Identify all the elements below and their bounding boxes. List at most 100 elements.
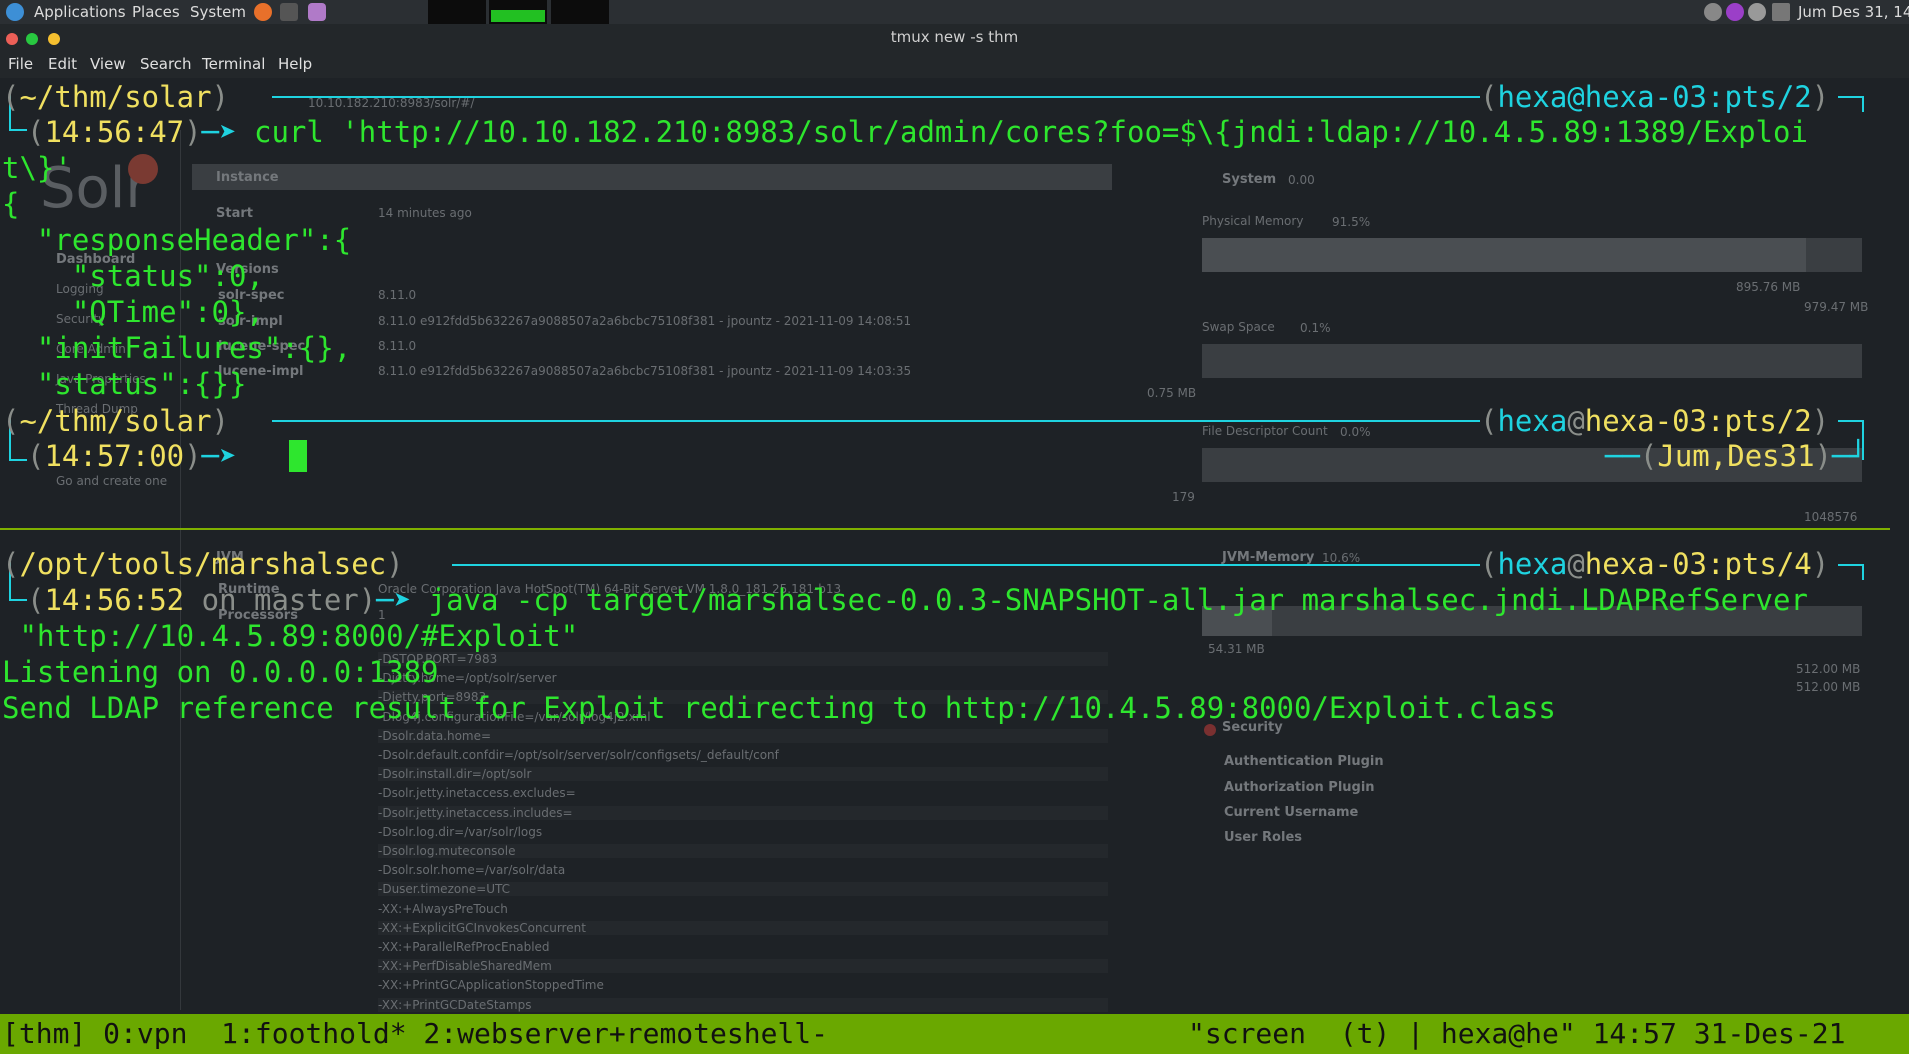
user-name: hexa	[1497, 547, 1568, 581]
cpu-graph	[428, 0, 486, 24]
menu-edit[interactable]: Edit	[48, 55, 77, 73]
menu-search[interactable]: Search	[140, 55, 192, 73]
system-title: System	[1222, 172, 1277, 187]
security-authz-plugin: Authorization Plugin	[1224, 780, 1375, 795]
prompt-time: 14:56:52	[44, 583, 185, 617]
command-line-wrap: "http://10.4.5.89:8000/#Exploit"	[2, 619, 579, 653]
output-line: Send LDAP reference result for Exploit r…	[2, 691, 1556, 725]
solr-impl-value: 8.11.0 e912fdd5b632267a9088507a2a6bcbc75…	[378, 314, 912, 328]
host-name: hexa-03:pts/4	[1584, 547, 1812, 581]
physical-memory-used: 895.76 MB	[1736, 280, 1801, 294]
jvm-arg: -Duser.timezone=UTC	[378, 882, 1108, 897]
prompt-rule	[272, 420, 1480, 422]
jvm-arg: -Djetty.home=/opt/solr/server	[378, 671, 557, 686]
firefox-icon[interactable]	[254, 3, 272, 21]
physical-memory-bar	[1202, 238, 1862, 272]
jvm-arg: -Dsolr.solr.home=/var/solr/data	[378, 863, 566, 878]
memory-small-value: 0.75 MB	[1147, 386, 1197, 400]
window-titlebar[interactable]: tmux new -s thm	[0, 24, 1909, 52]
fd-label: File Descriptor Count	[1202, 424, 1328, 438]
tmux-status-bar: [thm] 0:vpn 1:foothold* 2:webserver+remo…	[0, 1014, 1909, 1054]
display-icon[interactable]	[1772, 3, 1790, 21]
jvm-memory-committed: 512.00 MB	[1796, 680, 1861, 694]
instance-title: Instance	[216, 170, 279, 185]
distro-logo-icon[interactable]	[6, 3, 24, 21]
app-launcher-icon[interactable]	[308, 3, 326, 21]
system-menu[interactable]: System	[190, 3, 246, 21]
security-auth-plugin: Authentication Plugin	[1224, 754, 1384, 769]
jvm-arg: -Dsolr.log.muteconsole	[378, 844, 1108, 858]
places-menu[interactable]: Places	[132, 3, 180, 21]
output-line: "QTime":0},	[2, 295, 264, 329]
swap-bar	[1202, 344, 1862, 378]
text-cursor	[289, 440, 307, 472]
window-title: tmux new -s thm	[890, 28, 1019, 46]
prompt-rule	[1838, 564, 1864, 566]
terminal-launcher-icon[interactable]	[280, 3, 298, 21]
prompt-frame	[1862, 564, 1864, 580]
solr-spec-value: 8.11.0	[378, 288, 417, 302]
jvm-arg: -XX:+PerfDisableSharedMem	[378, 959, 1108, 974]
security-user-roles: User Roles	[1224, 830, 1302, 845]
jvm-memory-pct: 10.6%	[1322, 551, 1361, 565]
menu-file[interactable]: File	[8, 55, 33, 73]
host-name: hexa-03:pts/2	[1584, 404, 1812, 438]
applications-menu[interactable]: Applications	[34, 3, 126, 21]
prompt-time: 14:57:00	[44, 439, 185, 473]
jvm-memory-max: 512.00 MB	[1796, 662, 1861, 676]
attachment-icon[interactable]	[1704, 3, 1722, 21]
cwd: /opt/tools/marshalsec	[19, 547, 387, 581]
tmux-status-right: "screen (t) | hexa@he" 14:57 31-Des-21	[1188, 1017, 1846, 1050]
jvm-arg: -Dsolr.jetty.inetaccess.excludes=	[378, 786, 576, 801]
jvm-arg: -Dsolr.install.dir=/opt/solr	[378, 767, 1108, 782]
menu-bar: File Edit View Search Terminal Help	[0, 52, 1909, 78]
fd-used: 179	[1172, 490, 1195, 504]
output-line: "initFailures":{},	[2, 331, 352, 365]
output-line: {	[2, 187, 20, 221]
security-current-user: Current Username	[1224, 805, 1359, 820]
pane-divider[interactable]	[0, 528, 1890, 530]
prompt-rule	[1838, 96, 1864, 98]
clock[interactable]: Jum Des 31, 14:5	[1798, 3, 1909, 21]
menu-view[interactable]: View	[90, 55, 126, 73]
jvm-arg: -XX:+PrintGCDateStamps	[378, 997, 1108, 1012]
lucene-spec-value: 8.11.0	[378, 339, 417, 353]
command-line: java -cp target/marshalsec-0.0.3-SNAPSHO…	[428, 583, 1808, 617]
ghost-url: 10.10.182.210:8983/solr/#/	[308, 96, 475, 110]
user-host: hexa@hexa-03:pts/2	[1497, 80, 1812, 114]
prompt-date: Jum,Des31	[1657, 439, 1815, 473]
output-line: "status":{}}	[2, 367, 247, 401]
cwd: ~/thm/solar	[19, 404, 212, 438]
jvm-arg: -Dsolr.log.dir=/var/solr/logs	[378, 824, 543, 839]
prompt-frame	[9, 599, 27, 601]
command-line-wrap: t\}'	[2, 151, 72, 185]
jvm-arg: -Dsolr.jetty.inetaccess.includes=	[378, 805, 1108, 820]
system-panel: Applications Places System Jum Des 31, 1…	[0, 0, 1909, 24]
physical-memory-label: Physical Memory	[1202, 214, 1304, 228]
prompt-time: 14:56:47	[44, 115, 185, 149]
output-line: Listening on 0.0.0.0:1389	[2, 655, 439, 689]
jvm-arg: -XX:+ParallelRefProcEnabled	[378, 940, 550, 954]
prompt-frame	[1862, 96, 1864, 112]
git-branch: on master	[201, 583, 359, 617]
solr-logo-icon	[128, 154, 158, 184]
command-line: curl 'http://10.10.182.210:8983/solr/adm…	[254, 115, 1808, 149]
instance-header	[192, 164, 1112, 190]
menu-help[interactable]: Help	[278, 55, 312, 73]
output-line: "responseHeader":{	[2, 223, 352, 257]
jvm-arg: -Dsolr.data.home=	[378, 728, 1108, 743]
swap-pct: 0.1%	[1300, 321, 1331, 335]
no-cores-hint: Go and create one	[56, 474, 168, 488]
jvm-arg: -DSTOP.PORT=7983	[378, 652, 1108, 666]
physical-memory-pct: 91.5%	[1332, 215, 1371, 229]
volume-icon[interactable]	[1748, 3, 1766, 21]
prompt-frame	[9, 129, 27, 131]
prompt-rule	[452, 564, 1480, 566]
tmux-window-list[interactable]: [thm] 0:vpn 1:foothold* 2:webserver+remo…	[2, 1018, 828, 1050]
output-line: "status":0,	[2, 259, 264, 293]
menu-terminal[interactable]: Terminal	[202, 55, 265, 73]
vpn-icon[interactable]	[1726, 3, 1744, 21]
fd-pct: 0.0%	[1340, 425, 1371, 439]
jvm-arg: -XX:+ExplicitGCInvokesConcurrent	[378, 920, 1108, 935]
jvm-arg: -Dsolr.default.confdir=/opt/solr/server/…	[378, 748, 779, 762]
